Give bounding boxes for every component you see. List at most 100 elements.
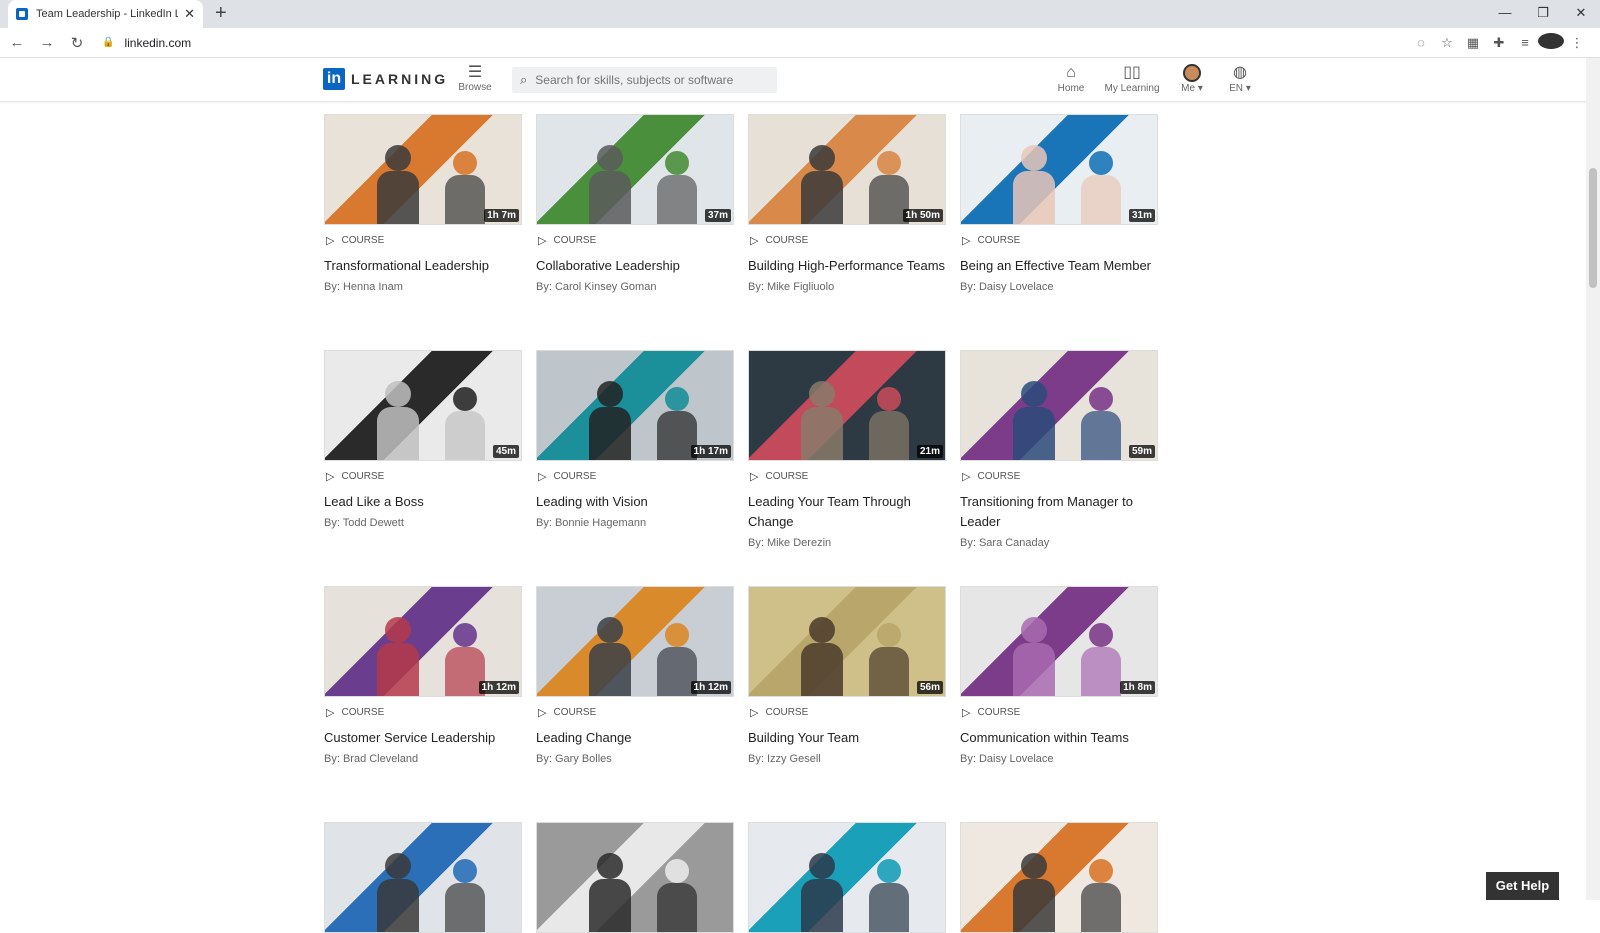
duration-badge: 1h 50m <box>902 209 943 222</box>
course-thumbnail[interactable] <box>324 822 522 933</box>
bookmark-star-icon[interactable]: ☆ <box>1434 35 1460 51</box>
restore-icon[interactable]: ❐ <box>1524 0 1562 28</box>
thumbnail-figure <box>1013 171 1055 224</box>
course-card[interactable]: 21m ▷ COURSE Leading Your Team Through Chan… <box>748 350 946 549</box>
menu-kebab-icon[interactable]: ⋮ <box>1564 35 1590 51</box>
course-author: By: Carol Kinsey Goman <box>536 281 657 293</box>
course-title[interactable]: Transformational Leadership <box>324 256 522 276</box>
thumbnail-figure <box>665 859 689 883</box>
course-thumbnail[interactable] <box>748 822 946 933</box>
course-card[interactable]: 1h 50m ▷ COURSE Building High-Performance T… <box>748 114 946 293</box>
lock-icon: 🔒 <box>102 37 115 48</box>
nav-my-learning[interactable]: ▯▯ My Learning <box>1102 64 1162 94</box>
course-card[interactable]: 1h 17m ▷ COURSE Leading with Vision By: Bonn… <box>536 350 734 529</box>
browser-tab[interactable]: Team Leadership - LinkedIn Learn ✕ <box>8 0 203 28</box>
linkedin-learning-logo[interactable]: in LEARNING <box>323 68 448 90</box>
thumbnail-figure <box>453 387 477 411</box>
course-card[interactable]: 31m ▷ COURSE Being an Effective Team Member… <box>960 114 1158 293</box>
scrollbar-thumb[interactable] <box>1589 168 1597 288</box>
course-title[interactable]: Leading Change <box>536 728 734 748</box>
page-scrollbar[interactable] <box>1586 58 1600 900</box>
course-title[interactable]: Communication within Teams <box>960 728 1158 748</box>
course-card[interactable]: 45m ▷ COURSE Lead Like a Boss By: Todd Dewet… <box>324 350 522 529</box>
course-card[interactable]: 1h 7m ▷ COURSE Transformational Leadership B… <box>324 114 522 293</box>
close-tab-icon[interactable]: ✕ <box>184 6 195 22</box>
course-thumbnail[interactable]: 45m <box>324 350 522 461</box>
course-card[interactable] <box>748 822 946 933</box>
course-title[interactable]: Customer Service Leadership <box>324 728 522 748</box>
thumbnail-figure <box>877 859 901 883</box>
course-thumbnail[interactable]: 1h 50m <box>748 114 946 225</box>
course-title[interactable]: Collaborative Leadership <box>536 256 734 276</box>
course-author: By: Brad Cleveland <box>324 753 419 765</box>
course-title[interactable]: Lead Like a Boss <box>324 492 522 512</box>
thumbnail-figure <box>809 145 835 171</box>
profile-icon[interactable] <box>1538 33 1564 52</box>
browse-button[interactable]: ☰ Browse <box>458 64 492 93</box>
content-type-text: COURSE <box>341 707 385 718</box>
back-arrow-icon[interactable]: ← <box>4 34 30 51</box>
course-card[interactable]: 59m ▷ COURSE Transitioning from Manager to … <box>960 350 1158 549</box>
thumbnail-figure <box>597 853 623 879</box>
thumbnail-figure <box>385 853 411 879</box>
course-title[interactable]: Being an Effective Team Member <box>960 256 1158 276</box>
reading-list-icon[interactable]: ≡ <box>1512 35 1538 50</box>
puzzle-extensions-icon[interactable]: ✚ <box>1486 35 1512 51</box>
course-title[interactable]: Building High-Performance Teams <box>748 256 946 276</box>
nav-home[interactable]: ⌂ Home <box>1053 64 1089 94</box>
course-card[interactable] <box>536 822 734 933</box>
thumbnail-figure <box>385 145 411 171</box>
play-icon: ▷ <box>326 707 335 719</box>
thumbnail-figure <box>801 879 843 932</box>
course-card[interactable] <box>324 822 522 933</box>
thumbnail-figure <box>597 617 623 643</box>
course-thumbnail[interactable]: 1h 7m <box>324 114 522 225</box>
thumbnail-figure <box>377 407 419 460</box>
course-author: By: Sara Canaday <box>960 537 1050 549</box>
course-card[interactable]: 1h 12m ▷ COURSE Customer Service Leadership… <box>324 586 522 765</box>
address-bar[interactable]: 🔒 linkedin.com <box>102 36 1408 50</box>
tab-title: Team Leadership - LinkedIn Learn <box>36 8 179 20</box>
forward-arrow-icon[interactable]: → <box>34 34 60 51</box>
course-title[interactable]: Building Your Team <box>748 728 946 748</box>
thumbnail-figure <box>453 151 477 175</box>
course-thumbnail[interactable]: 56m <box>748 586 946 697</box>
course-title[interactable]: Leading Your Team Through Change <box>748 492 946 532</box>
search-bar[interactable]: ⌕ <box>512 67 777 93</box>
reload-icon[interactable]: ↻ <box>64 34 90 52</box>
content-type-text: COURSE <box>553 471 597 482</box>
course-title[interactable]: Leading with Vision <box>536 492 734 512</box>
course-thumbnail[interactable]: 1h 8m <box>960 586 1158 697</box>
course-thumbnail[interactable]: 21m <box>748 350 946 461</box>
course-card[interactable]: 37m ▷ COURSE Collaborative Leadership By: Ca… <box>536 114 734 293</box>
play-icon: ▷ <box>538 707 547 719</box>
nav-me[interactable]: Me ▾ <box>1176 64 1208 94</box>
course-thumbnail[interactable]: 59m <box>960 350 1158 461</box>
course-card[interactable]: 1h 8m ▷ COURSE Communication within Teams By… <box>960 586 1158 765</box>
nav-language[interactable]: ◍ EN ▾ <box>1224 64 1256 94</box>
course-thumbnail[interactable]: 1h 12m <box>536 586 734 697</box>
play-icon: ▷ <box>750 471 759 483</box>
course-card[interactable]: 56m ▷ COURSE Building Your Team By: Izzy Ges… <box>748 586 946 765</box>
eye-slash-icon[interactable]: ◌ <box>1408 35 1434 50</box>
course-thumbnail[interactable]: 37m <box>536 114 734 225</box>
thumbnail-figure <box>445 883 485 932</box>
course-card[interactable] <box>960 822 1158 933</box>
course-card[interactable]: 1h 12m ▷ COURSE Leading Change By: Gary Boll… <box>536 586 734 765</box>
grid-extension-icon[interactable]: ▦ <box>1460 35 1486 51</box>
linkedin-favicon-icon <box>16 8 28 20</box>
search-input[interactable] <box>535 73 756 87</box>
course-thumbnail[interactable] <box>960 822 1158 933</box>
thumbnail-figure <box>1089 151 1113 175</box>
course-thumbnail[interactable]: 1h 17m <box>536 350 734 461</box>
close-window-icon[interactable]: ✕ <box>1562 0 1600 28</box>
get-help-button[interactable]: Get Help <box>1486 872 1559 900</box>
new-tab-button[interactable]: + <box>215 2 227 25</box>
course-thumbnail[interactable] <box>536 822 734 933</box>
course-title[interactable]: Transitioning from Manager to Leader <box>960 492 1158 532</box>
course-thumbnail[interactable]: 1h 12m <box>324 586 522 697</box>
course-thumbnail[interactable]: 31m <box>960 114 1158 225</box>
minimize-icon[interactable]: — <box>1486 0 1524 28</box>
thumbnail-figure <box>1021 145 1047 171</box>
play-icon: ▷ <box>962 471 971 483</box>
